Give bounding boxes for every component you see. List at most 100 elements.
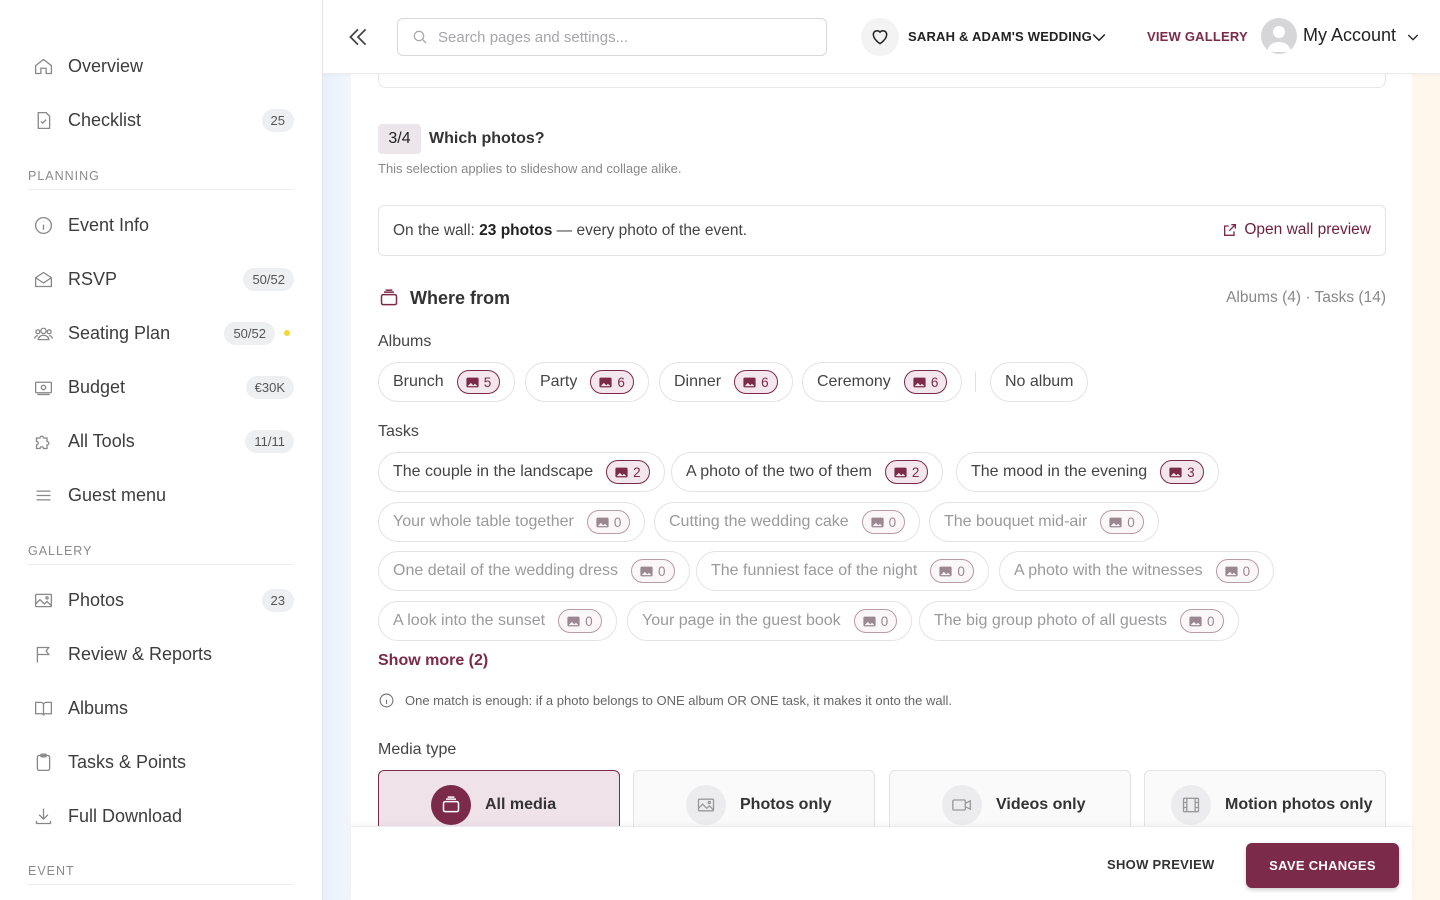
sidebar-item-label: Event Info <box>68 214 150 235</box>
show-more-tasks-link[interactable]: Show more (2) <box>378 652 488 670</box>
chip-label: Brunch <box>393 373 444 390</box>
chip-label: Party <box>540 373 578 390</box>
no-album-chip[interactable]: No album <box>990 362 1089 402</box>
home-icon <box>32 55 54 77</box>
search-icon <box>413 30 427 44</box>
image-icon <box>1224 566 1238 576</box>
tasks-label: Tasks <box>378 423 419 440</box>
image-icon <box>871 517 884 527</box>
sidebar-item-checklist[interactable]: Checklist 25 <box>28 100 294 140</box>
task-chip[interactable]: The couple in the landscape 2 <box>378 452 665 492</box>
search-field[interactable] <box>397 18 827 56</box>
task-chip[interactable]: A photo with the witnesses 0 <box>999 551 1275 591</box>
sidebar-item-rsvp[interactable]: RSVP 50/52 <box>28 259 294 299</box>
money-icon <box>32 376 54 398</box>
sidebar-item-all-tools[interactable]: All Tools 11/11 <box>28 421 294 461</box>
where-from-title: Where from <box>410 288 511 308</box>
info-icon <box>379 693 394 708</box>
wall-summary: On the wall: 23 photos — every photo of … <box>378 205 1386 256</box>
chip-count: 6 <box>590 370 634 394</box>
chip-label: The mood in the evening <box>971 463 1148 480</box>
info-icon <box>32 214 54 236</box>
sidebar-item-label: Tasks & Points <box>68 751 187 772</box>
album-chip[interactable]: Dinner 6 <box>659 362 793 402</box>
chip-label: Your whole table together <box>393 513 574 530</box>
double-chevron-left-icon <box>349 28 367 46</box>
view-gallery-link[interactable]: VIEW GALLERY <box>1147 29 1248 44</box>
sidebar-item-full-download[interactable]: Full Download <box>28 796 294 836</box>
task-chip[interactable]: The big group photo of all guests 0 <box>919 601 1239 641</box>
footer-bar: SHOW PREVIEW SAVE CHANGES <box>351 826 1412 900</box>
count-badge: 50/52 <box>243 267 294 291</box>
film-icon <box>1171 785 1211 825</box>
chip-label: Cutting the wedding cake <box>669 513 849 530</box>
top-header: SARAH & ADAM'S WEDDING VIEW GALLERY My A… <box>323 0 1440 74</box>
chip-count: 0 <box>1180 609 1224 633</box>
background-strip-left <box>323 0 351 900</box>
external-link-icon <box>1224 224 1237 236</box>
sidebar-item-label: Budget <box>68 376 126 397</box>
video-icon <box>942 785 982 825</box>
photo-icon <box>686 785 726 825</box>
task-chip[interactable]: A look into the sunset 0 <box>378 601 617 641</box>
people-icon <box>32 322 54 344</box>
album-chip[interactable]: Ceremony 6 <box>802 362 963 402</box>
my-account-menu[interactable]: My Account <box>1303 25 1396 46</box>
collapse-sidebar-button[interactable] <box>345 24 371 50</box>
task-chip[interactable]: Your page in the guest book 0 <box>627 601 913 641</box>
open-wall-preview-link[interactable]: Open wall preview <box>1222 221 1371 239</box>
sidebar-item-tasks-points[interactable]: Tasks & Points <box>28 742 294 782</box>
task-chip[interactable]: The mood in the evening 3 <box>956 452 1219 492</box>
event-selector[interactable]: SARAH & ADAM'S WEDDING <box>908 29 1092 44</box>
chip-label: The big group photo of all guests <box>934 612 1168 629</box>
sidebar-item-overview[interactable]: Overview <box>28 46 294 86</box>
chip-count: 6 <box>903 370 948 394</box>
task-chip[interactable]: One detail of the wedding dress 0 <box>378 551 690 591</box>
album-chip[interactable]: Party 6 <box>525 362 649 402</box>
chevron-down-icon[interactable] <box>1405 29 1421 45</box>
background-strip-right <box>1412 0 1440 900</box>
task-chip[interactable]: Cutting the wedding cake 0 <box>654 502 921 542</box>
chip-count: 2 <box>884 460 929 484</box>
sidebar-item-label: RSVP <box>68 268 118 289</box>
task-chip[interactable]: The bouquet mid-air 0 <box>929 502 1159 542</box>
heart-icon <box>861 18 899 56</box>
section-title-gallery: GALLERY <box>28 544 294 565</box>
show-preview-button[interactable]: SHOW PREVIEW <box>1107 857 1215 872</box>
sidebar-item-label: Full Download <box>68 805 183 826</box>
count-badge: 25 <box>261 108 294 132</box>
wall-photo-count: 23 photos <box>479 221 553 239</box>
image-icon <box>640 566 653 576</box>
sidebar-item-albums[interactable]: Albums <box>28 688 294 728</box>
media-option-label: All media <box>485 796 557 813</box>
chip-label: A photo with the witnesses <box>1014 562 1203 579</box>
chip-label: Ceremony <box>817 373 891 390</box>
sidebar-item-review-reports[interactable]: Review & Reports <box>28 634 294 674</box>
task-chip[interactable]: The funniest face of the night 0 <box>696 551 989 591</box>
info-note: One match is enough: if a photo belongs … <box>378 692 952 709</box>
sidebar-item-label: Checklist <box>68 109 142 130</box>
where-from-counts: Albums (4) · Tasks (14) <box>1226 289 1386 306</box>
image-icon <box>1109 517 1122 527</box>
image-icon <box>1169 467 1182 477</box>
task-chip[interactable]: Your whole table together 0 <box>378 502 646 542</box>
info-note-text: One match is enough: if a photo belongs … <box>405 693 952 708</box>
sidebar-item-photos[interactable]: Photos 23 <box>28 580 294 620</box>
image-icon <box>567 616 580 626</box>
image-icon <box>913 377 926 387</box>
sidebar-item-event-info[interactable]: Event Info <box>28 205 294 245</box>
avatar[interactable] <box>1261 18 1297 54</box>
chevron-down-icon[interactable] <box>1089 27 1109 47</box>
save-changes-button[interactable]: SAVE CHANGES <box>1246 843 1399 888</box>
sidebar-item-label: Overview <box>68 55 144 76</box>
search-input[interactable] <box>438 28 798 46</box>
task-chip[interactable]: A photo of the two of them 2 <box>671 452 944 492</box>
sidebar-item-budget[interactable]: Budget €30K <box>28 367 294 407</box>
album-chip[interactable]: Brunch 5 <box>378 362 516 402</box>
envelope-icon <box>32 268 54 290</box>
sidebar-item-seating-plan[interactable]: Seating Plan 50/52 <box>28 313 294 353</box>
chip-count: 0 <box>1100 510 1144 534</box>
sidebar-item-label: Guest menu <box>68 484 167 505</box>
sidebar-item-guest-menu[interactable]: Guest menu <box>28 475 294 515</box>
download-icon <box>32 805 54 827</box>
